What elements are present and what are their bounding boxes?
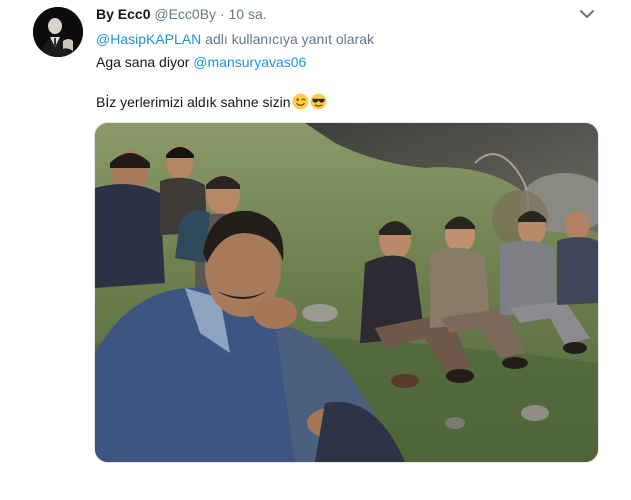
chevron-down-icon[interactable]	[578, 7, 596, 21]
photo-men-sitting-on-hillside	[95, 123, 598, 462]
reply-suffix: adlı kullanıcıya yanıt olarak	[201, 31, 375, 47]
tweet: By Ecc0 @Ecc0By · 10 sa. @HasipKAPLAN ad…	[0, 0, 631, 500]
tweet-text: Aga sana diyor	[96, 54, 194, 70]
sunglasses-face-emoji-icon	[310, 93, 327, 114]
tweet-photo[interactable]	[94, 122, 599, 463]
tweet-text: Bİz yerlerimizi aldık sahne sizin	[96, 94, 291, 110]
avatar-image	[33, 7, 83, 57]
author-name[interactable]: By Ecc0	[96, 6, 150, 22]
reply-context: @HasipKAPLAN adlı kullanıcıya yanıt olar…	[96, 30, 374, 48]
timestamp[interactable]: 10 sa.	[229, 6, 267, 22]
tweet-header: By Ecc0 @Ecc0By · 10 sa.	[96, 5, 267, 23]
winking-face-emoji-icon	[292, 93, 309, 114]
separator-dot: ·	[219, 6, 225, 22]
tweet-text-line-1: Aga sana diyor @mansuryavas06	[96, 53, 306, 71]
author-handle[interactable]: @Ecc0By	[154, 6, 216, 22]
mention-link[interactable]: @mansuryavas06	[193, 54, 306, 70]
avatar[interactable]	[33, 7, 83, 57]
reply-to-link[interactable]: @HasipKAPLAN	[96, 31, 201, 47]
tweet-text-line-2: Bİz yerlerimizi aldık sahne sizin	[96, 93, 327, 114]
